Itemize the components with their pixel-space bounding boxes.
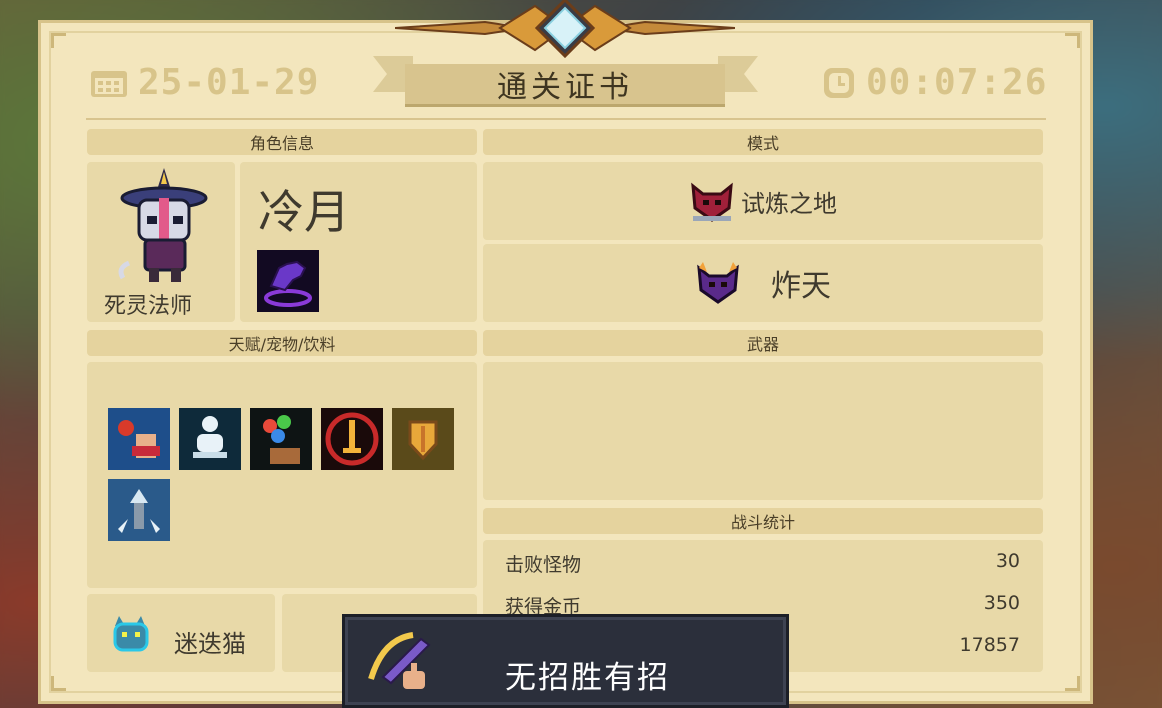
buffs-panel: [87, 362, 477, 588]
title-ribbon: 通关证书: [405, 64, 725, 107]
time-display: 00:07:26: [822, 62, 1047, 103]
stats-section-label: 战斗统计: [730, 513, 795, 532]
stats-section-header: 战斗统计: [483, 508, 1043, 534]
header-divider: [86, 118, 1046, 120]
talent-icon-6[interactable]: [108, 479, 170, 541]
stat-value: 17857: [959, 634, 1020, 656]
mode-level-panel: 试炼之地: [483, 162, 1043, 240]
difficulty-name: 炸天: [771, 269, 831, 304]
talent-icon-1[interactable]: [108, 408, 170, 470]
achievement-toast[interactable]: 无招胜有招: [342, 614, 789, 708]
mode-difficulty-panel: 炸天: [483, 244, 1043, 322]
character-name: 冷月: [258, 185, 350, 239]
stat-label: 击败怪物: [505, 554, 582, 576]
weapons-section-header: 武器: [483, 330, 1043, 356]
character-section-header: 角色信息: [87, 129, 477, 155]
stat-row: 击败怪物 30: [505, 550, 1020, 577]
clock-icon: [824, 67, 854, 98]
corner-ornament: [51, 33, 66, 48]
talent-icon-2[interactable]: [179, 408, 241, 470]
stat-value: 350: [983, 592, 1020, 614]
stat-value: 30: [995, 550, 1020, 572]
character-section-label: 角色信息: [249, 134, 314, 153]
elapsed-time-text: 00:07:26: [866, 62, 1048, 103]
date-text: 25-01-29: [138, 62, 320, 103]
necromancer-portrait: [118, 168, 208, 282]
talent-icon-5[interactable]: [392, 408, 454, 470]
character-portrait-panel: 死灵法师: [87, 162, 235, 322]
corner-ornament: [51, 676, 66, 691]
level-name: 试炼之地: [741, 189, 837, 218]
talent-icon-3[interactable]: [250, 408, 312, 470]
demon-mask-icon: [691, 182, 733, 222]
corner-ornament: [1065, 33, 1080, 48]
crest-ornament: [395, 0, 735, 58]
date-display: 25-01-29: [90, 62, 319, 103]
talent-icon-4[interactable]: [321, 408, 383, 470]
weapons-panel: [483, 362, 1043, 500]
achievement-text: 无招胜有招: [505, 660, 670, 696]
demon-mask-icon: [697, 262, 739, 304]
buffs-section-header: 天赋/宠物/饮料: [87, 330, 477, 356]
cat-pet-icon: [113, 616, 149, 652]
weapons-section-label: 武器: [746, 335, 779, 354]
mode-section-header: 模式: [483, 129, 1043, 155]
pet-name: 迷迭猫: [174, 630, 246, 658]
calendar-icon: [91, 70, 127, 97]
corner-ornament: [1065, 676, 1080, 691]
buffs-section-label: 天赋/宠物/饮料: [228, 335, 336, 354]
skill-hand-icon[interactable]: [257, 250, 319, 312]
page-title: 通关证书: [497, 70, 633, 105]
sword-achievement-icon: [368, 632, 431, 689]
character-class: 死灵法师: [104, 294, 193, 319]
mode-section-label: 模式: [746, 134, 779, 153]
